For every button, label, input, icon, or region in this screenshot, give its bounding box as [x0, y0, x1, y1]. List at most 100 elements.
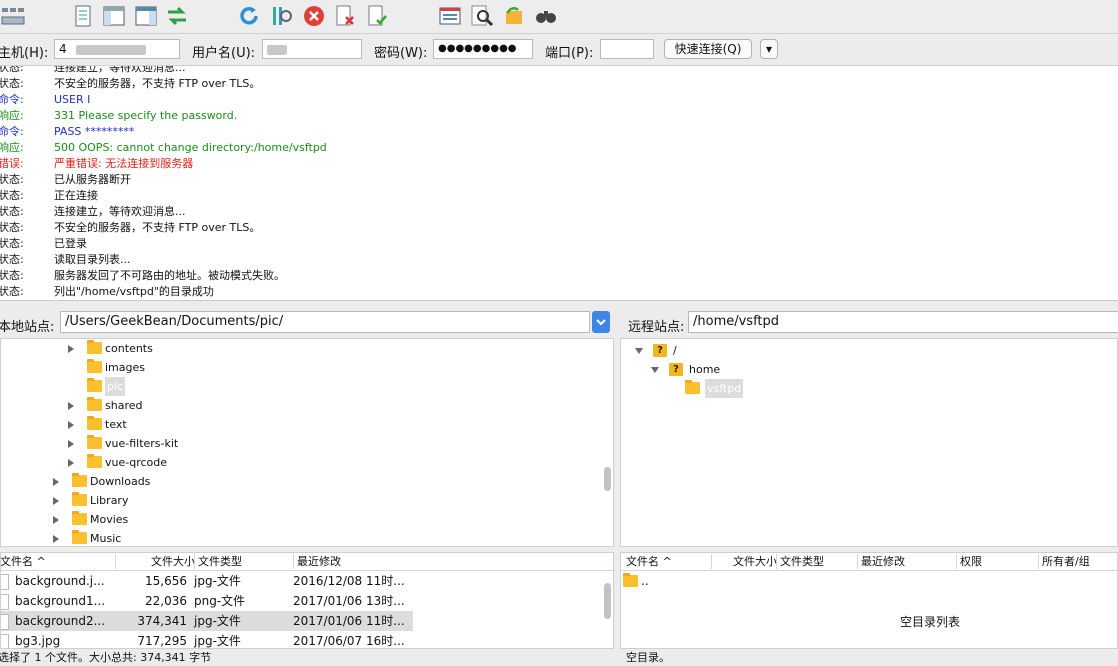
password-field[interactable]: ●●●●●●●●● — [433, 39, 533, 59]
log-message: 读取目录列表... — [54, 253, 131, 266]
expand-arrow-icon[interactable] — [68, 402, 74, 410]
folder-icon — [623, 573, 638, 587]
local-tree-scrollbar[interactable] — [604, 467, 611, 491]
file-name: background1... — [15, 594, 106, 608]
find-icon[interactable] — [533, 4, 559, 28]
local-path-field[interactable]: /Users/GeekBean/Documents/pic/ — [60, 311, 590, 333]
log-type: 状态: — [0, 269, 24, 282]
col-filename[interactable]: 文件名 ^ — [1, 554, 114, 569]
disconnect-icon[interactable] — [332, 4, 358, 28]
remote-site-bar: 远程站点: /home/vsftpd — [620, 308, 1118, 338]
refresh-icon[interactable] — [236, 4, 262, 28]
tree-item[interactable]: contents — [1, 339, 601, 358]
file-name: .. — [641, 574, 649, 588]
quickconnect-dropdown-button[interactable]: ▾ — [760, 39, 778, 59]
log-message: 331 Please specify the password. — [54, 109, 238, 122]
transfer-queue-icon[interactable] — [164, 4, 190, 28]
tree-item[interactable]: vue-filters-kit — [1, 434, 601, 453]
tree-item-label: home — [689, 363, 721, 376]
file-modified: 2017/01/06 11时... — [293, 614, 405, 628]
tree-item[interactable]: pic — [1, 377, 601, 396]
tree-item[interactable]: images — [1, 358, 601, 377]
expand-arrow-icon[interactable] — [68, 421, 74, 429]
port-field[interactable] — [600, 39, 654, 59]
tree-item[interactable]: ? / — [621, 341, 1111, 360]
col-filename[interactable]: 文件名 ^ — [623, 554, 710, 569]
tree-item[interactable]: Library — [1, 491, 601, 510]
log-type: 状态: — [0, 173, 24, 186]
table-row[interactable]: background2... 374,341 jpg-文件 2017/01/06 11… — [1, 611, 413, 631]
user-field[interactable] — [262, 39, 362, 59]
remote-site-label: 远程站点: — [628, 320, 685, 335]
tree-item-label: pic — [105, 377, 126, 396]
tree-item[interactable]: ? home — [621, 360, 1111, 379]
tree-item[interactable]: vsftpd — [621, 379, 1111, 398]
table-row[interactable]: .. — [621, 571, 1117, 591]
table-row[interactable]: background1... 22,036 png-文件 2017/01/06 13时… — [1, 591, 413, 611]
expand-arrow-icon[interactable] — [53, 516, 59, 524]
collapse-arrow-icon[interactable] — [635, 348, 643, 354]
folder-icon — [72, 473, 87, 487]
expand-arrow-icon[interactable] — [68, 345, 74, 353]
message-log: 状态: 连接建立，等待欢迎消息... 状态: 不安全的服务器，不支持 FTP over… — [0, 66, 1118, 301]
file-icon — [1, 594, 9, 610]
local-list-scrollbar[interactable] — [604, 583, 611, 619]
tree-item[interactable]: text — [1, 415, 601, 434]
log-type: 响应: — [0, 109, 24, 122]
file-type: jpg-文件 — [194, 634, 241, 648]
col-owner[interactable]: 所有者/组 — [1038, 554, 1117, 569]
local-site-bar: 本地站点: /Users/GeekBean/Documents/pic/ — [0, 308, 614, 338]
log-message: USER I — [54, 93, 91, 106]
expand-arrow-icon[interactable] — [53, 478, 59, 486]
tree-item-label: Downloads — [90, 475, 151, 488]
folder-icon — [87, 397, 102, 411]
quickconnect-button[interactable]: 快速连接(Q) — [664, 39, 752, 59]
log-message: 服务器发回了不可路由的地址。被动模式失败。 — [54, 269, 285, 282]
search-icon[interactable] — [469, 4, 495, 28]
tree-item[interactable]: Downloads — [1, 472, 601, 491]
col-filesize[interactable]: 文件大小 — [115, 554, 197, 569]
sync-browse-icon[interactable] — [501, 4, 527, 28]
file-size: 22,036 — [145, 594, 187, 608]
log-type: 错误: — [0, 157, 24, 170]
col-filetype[interactable]: 文件类型 — [194, 554, 290, 569]
col-modified[interactable]: 最近修改 — [293, 554, 417, 569]
log-message: 已从服务器断开 — [54, 173, 131, 186]
collapse-arrow-icon[interactable] — [651, 367, 659, 373]
unknown-folder-icon: ? — [669, 363, 683, 376]
col-modified[interactable]: 最近修改 — [857, 554, 957, 569]
directory-listing-icon[interactable] — [437, 4, 463, 28]
local-path-dropdown[interactable] — [592, 311, 610, 333]
tree-item[interactable]: Music — [1, 529, 601, 546]
process-queue-icon[interactable] — [268, 4, 294, 28]
tree-item-label: images — [105, 361, 145, 374]
expand-arrow-icon[interactable] — [53, 535, 59, 543]
expand-arrow-icon[interactable] — [68, 440, 74, 448]
site-manager-icon[interactable] — [0, 4, 26, 28]
message-log-icon[interactable] — [70, 4, 96, 28]
reconnect-icon[interactable] — [364, 4, 390, 28]
folder-icon — [72, 511, 87, 525]
local-tree-icon[interactable] — [101, 4, 127, 28]
table-row[interactable]: background.j... 15,656 jpg-文件 2016/12/08 11… — [1, 571, 413, 591]
tree-item[interactable]: shared — [1, 396, 601, 415]
folder-icon — [87, 359, 102, 373]
col-filesize[interactable]: 文件大小 — [711, 554, 779, 569]
folder-icon — [87, 340, 102, 354]
remote-file-list-header: 文件名 ^ 文件大小 文件类型 最近修改 权限 所有者/组 — [621, 553, 1117, 571]
col-filetype[interactable]: 文件类型 — [776, 554, 856, 569]
remote-tree-icon[interactable] — [133, 4, 159, 28]
expand-arrow-icon[interactable] — [53, 497, 59, 505]
folder-icon — [87, 435, 102, 449]
cancel-icon[interactable] — [301, 4, 327, 28]
tree-item[interactable]: Movies — [1, 510, 601, 529]
tree-item[interactable]: vue-qrcode — [1, 453, 601, 472]
table-row[interactable]: bg3.jpg 717,295 jpg-文件 2017/06/07 16时... — [1, 631, 413, 648]
expand-arrow-icon[interactable] — [68, 459, 74, 467]
host-label: 主机(H): — [0, 46, 49, 61]
log-type: 状态: — [0, 237, 24, 250]
host-field[interactable]: 4 — [54, 39, 180, 59]
remote-file-list: 文件名 ^ 文件大小 文件类型 最近修改 权限 所有者/组 .. 空目录列表 — [620, 552, 1118, 649]
col-permissions[interactable]: 权限 — [956, 554, 1038, 569]
remote-path-field[interactable]: /home/vsftpd — [688, 311, 1118, 333]
